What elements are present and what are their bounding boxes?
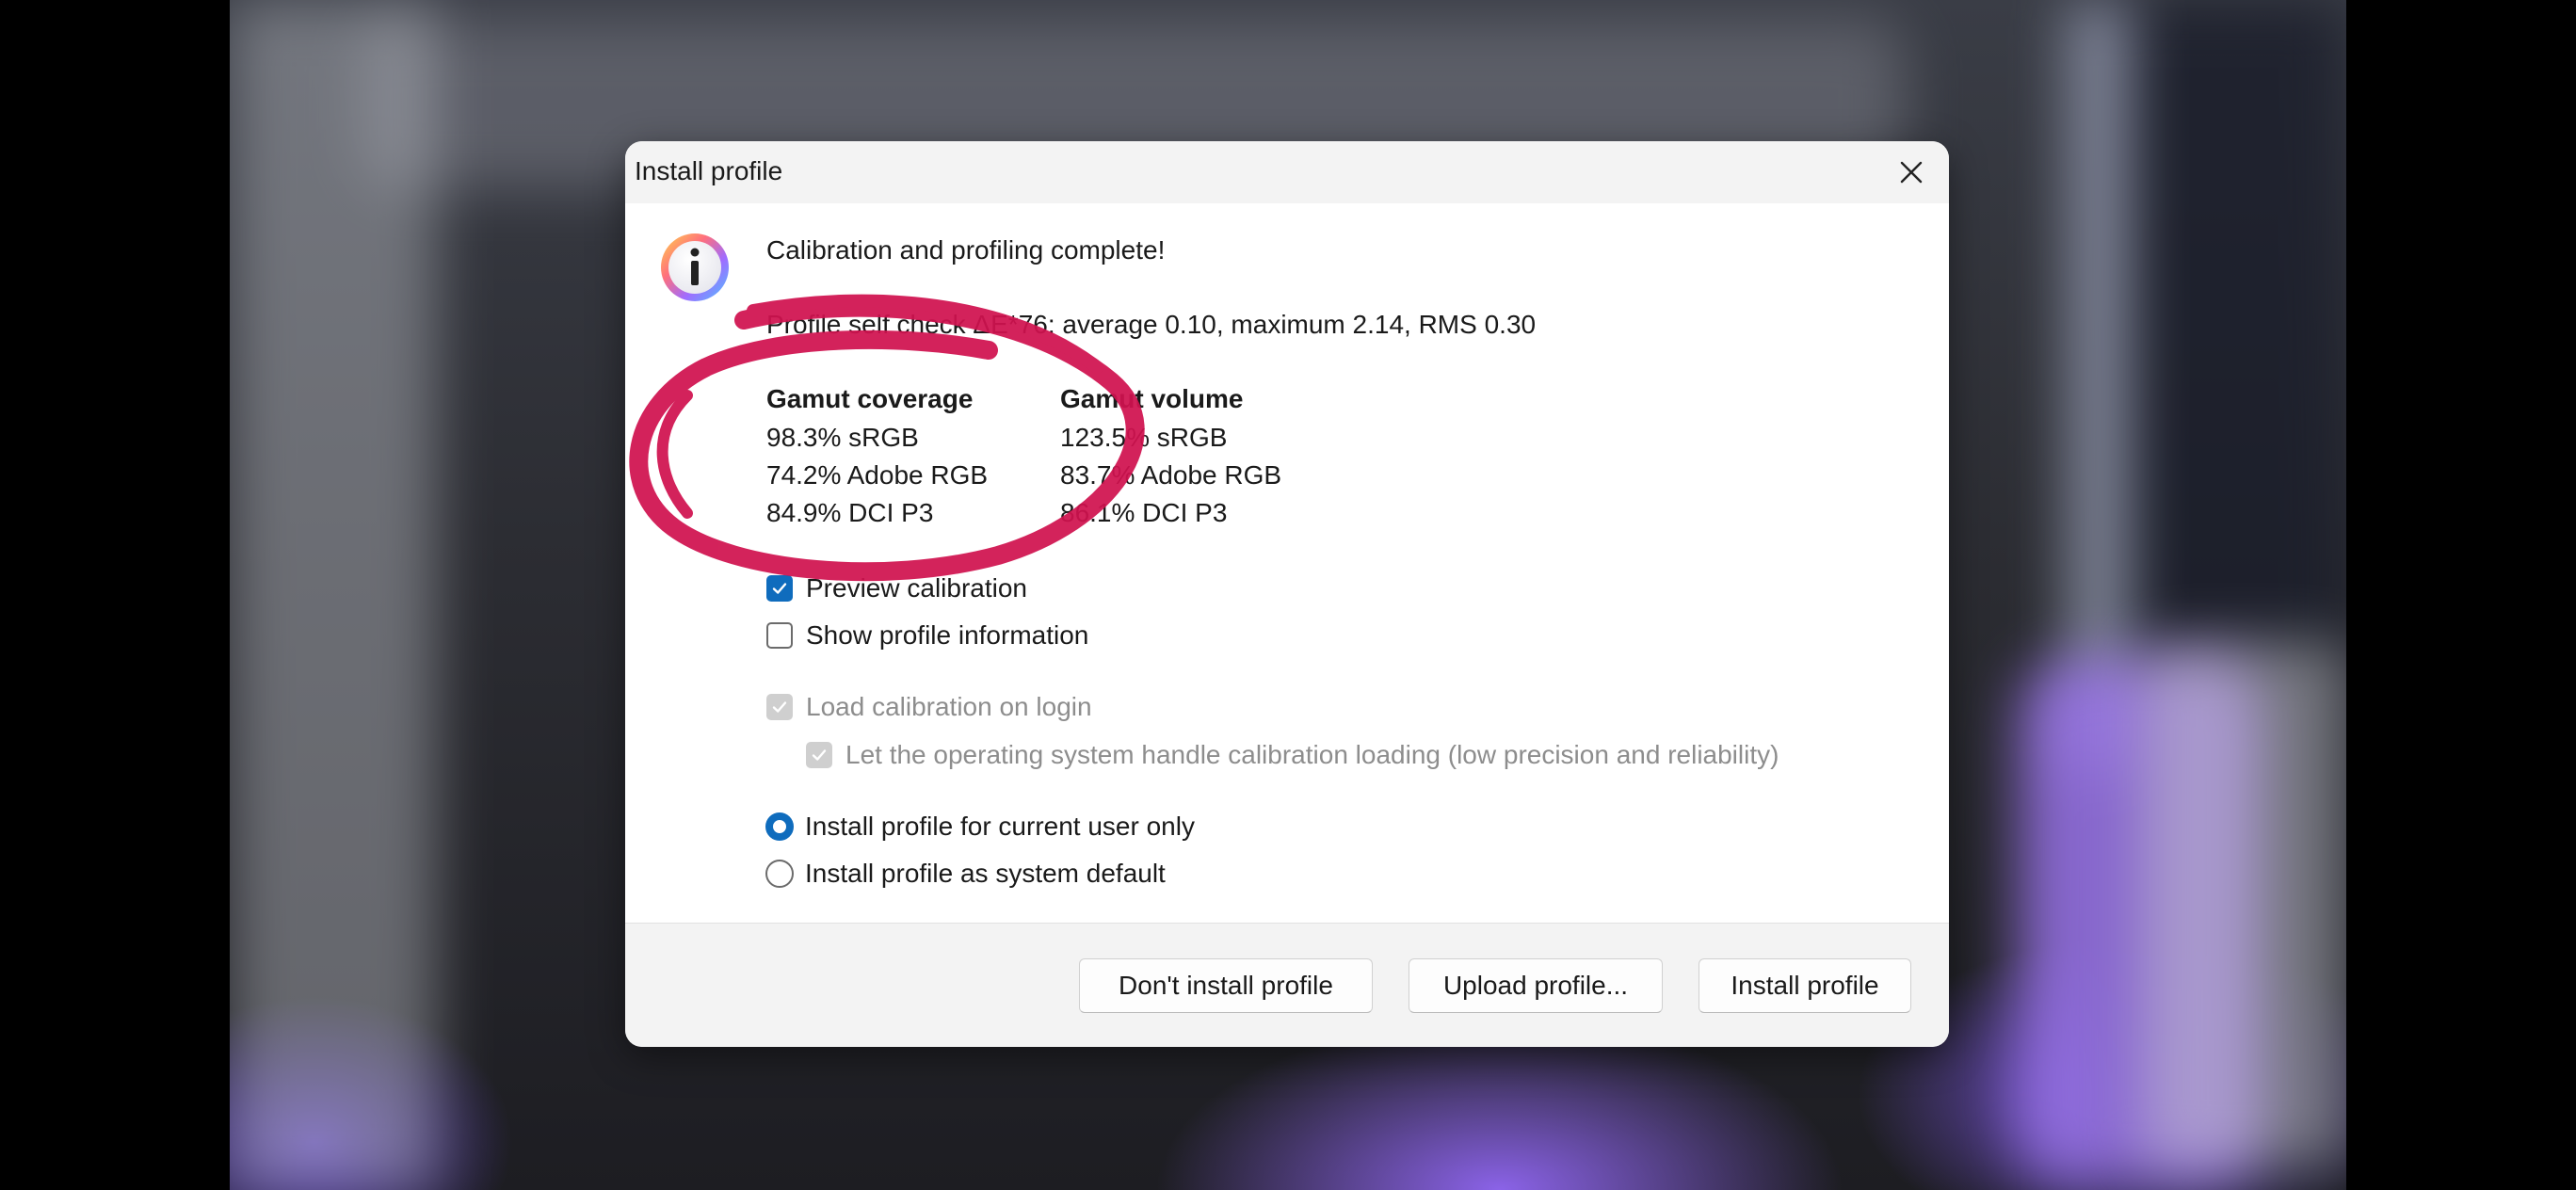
os-handle-loading-label: Let the operating system handle calibrat… — [845, 740, 1779, 769]
coverage-adobe-rgb: 74.2% Adobe RGB — [766, 460, 989, 490]
load-on-login-label: Load calibration on login — [806, 692, 1092, 721]
dont-install-profile-button[interactable]: Don't install profile — [1079, 958, 1373, 1013]
coverage-dci-p3: 84.9% DCI P3 — [766, 498, 934, 527]
upload-profile-button[interactable]: Upload profile... — [1409, 958, 1663, 1013]
checkbox-box[interactable] — [766, 622, 793, 649]
checkbox-box — [766, 694, 793, 720]
install-profile-dialog: Install profile Calibration and profilin… — [625, 141, 1949, 1047]
checkmark-icon — [812, 749, 827, 761]
close-icon — [1900, 161, 1923, 184]
coverage-srgb: 98.3% sRGB — [766, 423, 919, 452]
checkbox-box — [806, 742, 832, 768]
volume-dci-p3: 86.1% DCI P3 — [1060, 498, 1228, 527]
install-current-user-label: Install profile for current user only — [805, 812, 1195, 841]
preview-calibration-label: Preview calibration — [806, 573, 1027, 603]
preview-calibration-checkbox[interactable]: Preview calibration — [766, 570, 1027, 607]
checkmark-icon — [772, 701, 787, 713]
dialog-title: Install profile — [635, 156, 783, 185]
info-icon — [661, 233, 729, 301]
show-profile-info-label: Show profile information — [806, 620, 1089, 650]
checkmark-icon — [772, 583, 787, 594]
install-profile-button[interactable]: Install profile — [1699, 958, 1911, 1013]
self-check-summary: Profile self check ΔE*76: average 0.10, … — [766, 310, 1537, 339]
radio-button[interactable] — [765, 812, 794, 841]
os-handle-loading-checkbox: Let the operating system handle calibrat… — [806, 736, 1779, 774]
gamut-volume-header: Gamut volume — [1060, 384, 1244, 413]
title-bar: Install profile — [625, 141, 1949, 203]
show-profile-info-checkbox[interactable]: Show profile information — [766, 617, 1088, 654]
volume-srgb: 123.5% sRGB — [1060, 423, 1228, 452]
load-on-login-checkbox: Load calibration on login — [766, 688, 1092, 726]
radio-button[interactable] — [765, 860, 794, 888]
checkbox-box[interactable] — [766, 575, 793, 602]
install-system-default-label: Install profile as system default — [805, 859, 1166, 888]
completion-heading: Calibration and profiling complete! — [766, 235, 1166, 265]
gamut-coverage-header: Gamut coverage — [766, 384, 974, 413]
install-current-user-radio[interactable]: Install profile for current user only — [765, 808, 1195, 845]
close-button[interactable] — [1874, 141, 1949, 203]
install-system-default-radio[interactable]: Install profile as system default — [765, 855, 1166, 892]
volume-adobe-rgb: 83.7% Adobe RGB — [1060, 460, 1282, 490]
